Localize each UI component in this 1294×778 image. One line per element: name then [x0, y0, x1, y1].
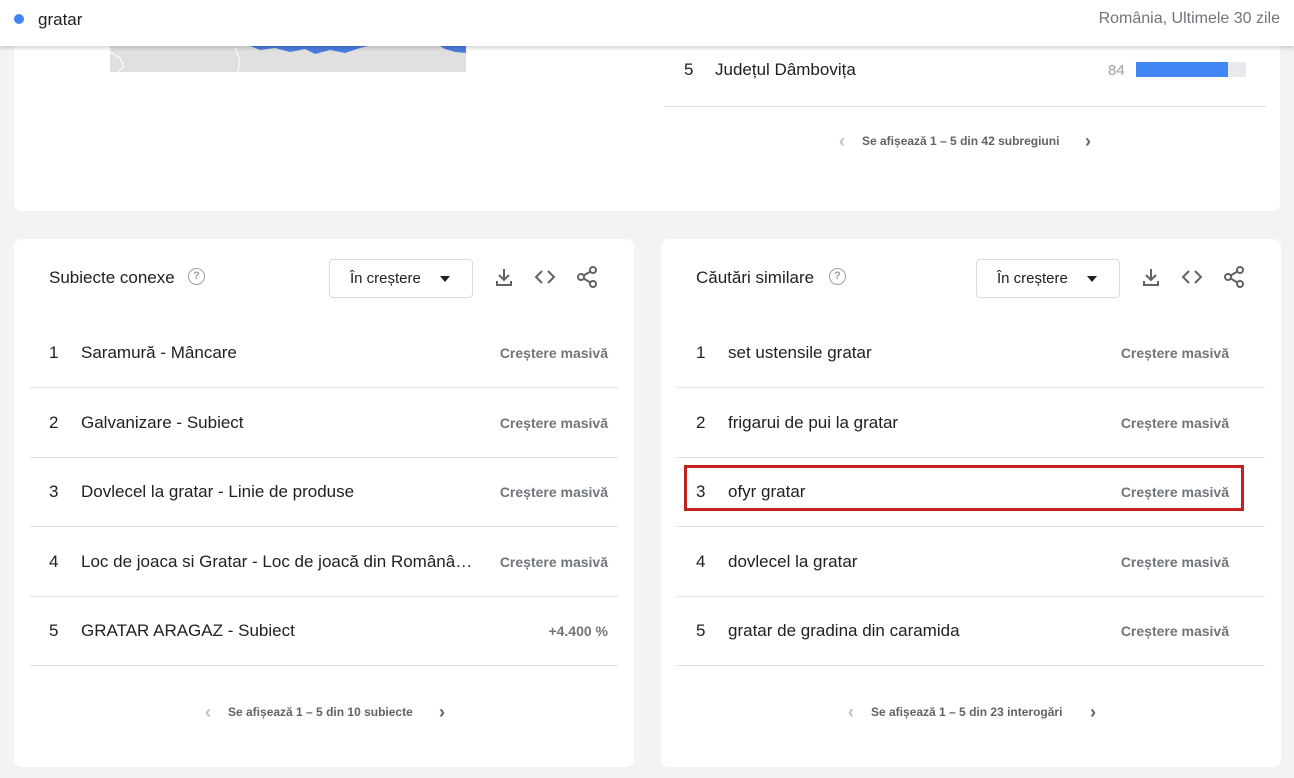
queries-pager-label: Se afișează 1 – 5 din 23 interogări — [871, 705, 1063, 719]
list-item[interactable]: 1 Saramură - Mâncare Creștere masivă — [30, 318, 618, 388]
item-rank: 2 — [696, 413, 706, 432]
dropdown-arrow-icon — [1087, 276, 1097, 282]
item-trend: Creștere masivă — [499, 554, 608, 570]
download-icon[interactable] — [1139, 265, 1163, 289]
dropdown-arrow-icon — [440, 276, 450, 282]
item-name: GRATAR ARAGAZ - Subiect — [81, 621, 295, 640]
region-name: Județul Dâmbovița — [715, 60, 856, 79]
share-icon[interactable] — [1222, 265, 1246, 289]
trend-filter-dropdown[interactable]: În creștere — [329, 259, 473, 298]
help-icon[interactable]: ? — [188, 268, 205, 285]
item-rank: 1 — [49, 343, 59, 362]
list-item[interactable]: 1 set ustensile gratar Creștere masivă — [677, 318, 1265, 388]
embed-code-icon[interactable] — [533, 265, 557, 289]
list-item[interactable]: 3 Dovlecel la gratar - Linie de produse … — [30, 457, 618, 527]
item-trend: Creștere masivă — [499, 415, 608, 431]
chevron-left-icon[interactable]: ‹ — [834, 132, 850, 152]
item-name: Saramură - Mâncare — [81, 343, 237, 362]
card-title: Căutări similare — [696, 268, 815, 287]
region-row[interactable]: 5 Județul Dâmbovița 84 — [664, 52, 1266, 107]
related-topics-card: Subiecte conexe ? În creștere 1 Saramură… — [14, 239, 634, 767]
card-title: Subiecte conexe — [49, 268, 175, 287]
item-rank: 4 — [696, 552, 706, 571]
highlight-box — [684, 465, 1244, 511]
chevron-left-icon[interactable]: ‹ — [200, 703, 216, 723]
share-icon[interactable] — [575, 265, 599, 289]
item-name: Dovlecel la gratar - Linie de produse — [81, 482, 355, 501]
chevron-right-icon[interactable]: › — [434, 703, 450, 723]
item-trend: Creștere masivă — [1120, 345, 1229, 361]
download-icon[interactable] — [492, 265, 516, 289]
list-item[interactable]: 4 dovlecel la gratar Creștere masivă — [677, 527, 1265, 597]
region-map[interactable] — [110, 46, 466, 72]
list-item[interactable]: 5 gratar de gradina din caramida Creșter… — [677, 596, 1265, 666]
search-scope[interactable]: România, Ultimele 30 zile — [1099, 10, 1280, 28]
dropdown-label: În creștere — [350, 270, 421, 287]
chevron-right-icon[interactable]: › — [1080, 132, 1096, 152]
region-pager-label: Se afișează 1 – 5 din 42 subregiuni — [862, 134, 1060, 148]
item-name: set ustensile gratar — [728, 343, 872, 362]
item-rank: 4 — [49, 552, 59, 571]
item-rank: 5 — [696, 621, 706, 640]
item-name: frigarui de pui la gratar — [728, 413, 899, 432]
list-item[interactable]: 4 Loc de joaca si Gratar - Loc de joacă … — [30, 527, 618, 597]
related-queries-card: Căutări similare ? În creștere 1 set ust… — [661, 239, 1281, 767]
region-value-bar-fill — [1136, 62, 1229, 77]
help-icon[interactable]: ? — [829, 268, 846, 285]
region-value: 84 — [1108, 62, 1125, 79]
item-trend: Creștere masivă — [499, 484, 608, 500]
region-rank: 5 — [684, 60, 694, 79]
item-trend: Creștere masivă — [1120, 623, 1229, 639]
search-header: gratar România, Ultimele 30 zile — [0, 0, 1294, 46]
item-rank: 1 — [696, 343, 706, 362]
item-rank: 5 — [49, 621, 59, 640]
item-trend: Creștere masivă — [499, 345, 608, 361]
item-name: gratar de gradina din caramida — [728, 621, 960, 640]
item-trend: +4.400 % — [548, 623, 608, 639]
list-item[interactable]: 2 Galvanizare - Subiect Creștere masivă — [30, 388, 618, 458]
item-rank: 2 — [49, 413, 59, 432]
region-pager: ‹ Se afișează 1 – 5 din 42 subregiuni › — [834, 132, 1104, 156]
chevron-right-icon[interactable]: › — [1085, 703, 1101, 723]
search-term[interactable]: gratar — [38, 10, 82, 30]
queries-pager: ‹ Se afișează 1 – 5 din 23 interogări › — [843, 703, 1113, 727]
region-value-bar — [1136, 62, 1246, 77]
term-color-dot — [14, 14, 24, 24]
topics-pager-label: Se afișează 1 – 5 din 10 subiecte — [228, 705, 413, 719]
list-item[interactable]: 2 frigarui de pui la gratar Creștere mas… — [677, 388, 1265, 458]
item-name: Galvanizare - Subiect — [81, 413, 244, 432]
embed-code-icon[interactable] — [1180, 265, 1204, 289]
chevron-left-icon[interactable]: ‹ — [843, 703, 859, 723]
item-trend: Creștere masivă — [1120, 554, 1229, 570]
item-name: Loc de joaca si Gratar - Loc de joacă di… — [81, 552, 473, 571]
list-item[interactable]: 5 GRATAR ARAGAZ - Subiect +4.400 % — [30, 596, 618, 666]
item-trend: Creștere masivă — [1120, 415, 1229, 431]
item-name: dovlecel la gratar — [728, 552, 858, 571]
dropdown-label: În creștere — [997, 270, 1068, 287]
trend-filter-dropdown[interactable]: În creștere — [976, 259, 1120, 298]
item-rank: 3 — [49, 482, 59, 501]
topics-pager: ‹ Se afișează 1 – 5 din 10 subiecte › — [200, 703, 460, 727]
